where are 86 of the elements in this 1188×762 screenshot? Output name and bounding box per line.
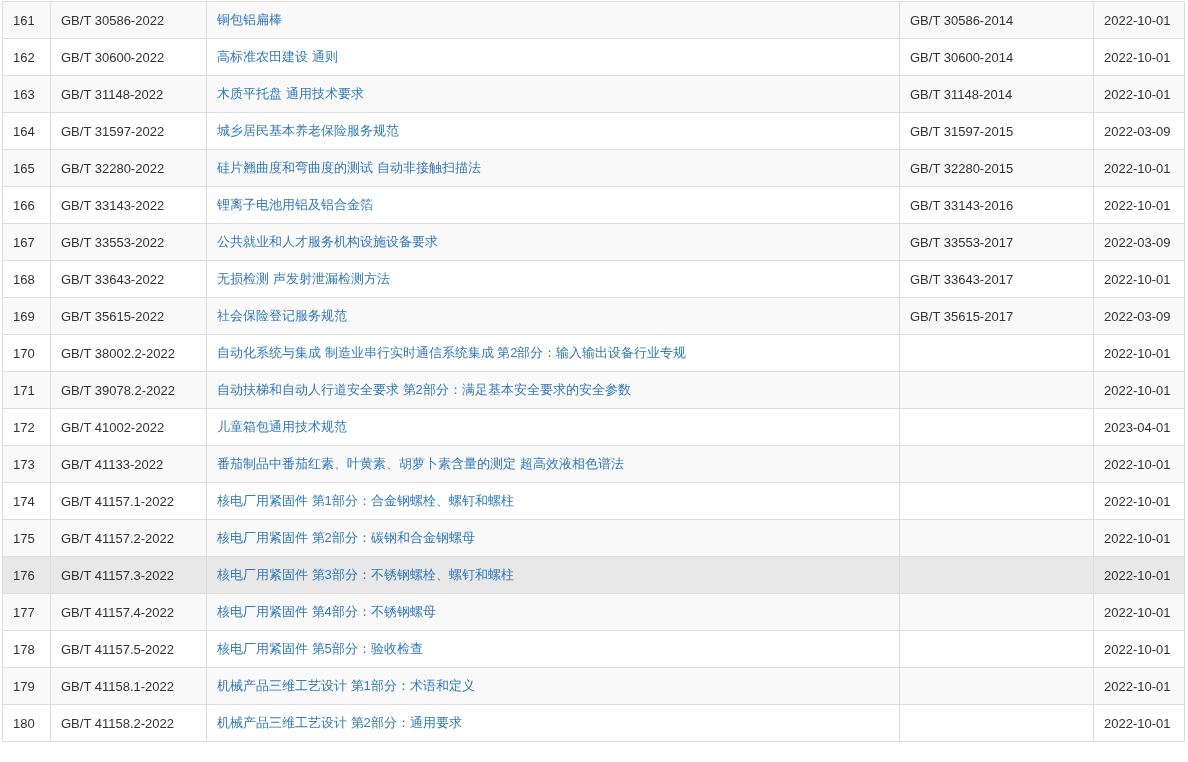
effective-date-cell: 2022-03-09 bbox=[1093, 112, 1185, 150]
standard-title-link[interactable]: 公共就业和人才服务机构设施设备要求 bbox=[217, 234, 438, 249]
effective-date-cell: 2023-04-01 bbox=[1093, 408, 1185, 446]
standard-code-cell: GB/T 41157.5-2022 bbox=[50, 630, 207, 668]
row-number-cell: 167 bbox=[2, 223, 51, 261]
standard-code-cell: GB/T 31148-2022 bbox=[50, 75, 207, 113]
standard-title-link[interactable]: 核电厂用紧固件 第1部分：合金钢螺栓、螺钉和螺柱 bbox=[217, 493, 514, 508]
standard-code-cell: GB/T 41002-2022 bbox=[50, 408, 207, 446]
standard-code-cell: GB/T 31597-2022 bbox=[50, 112, 207, 150]
standard-title-link[interactable]: 木质平托盘 通用技术要求 bbox=[217, 86, 364, 101]
standard-code-cell: GB/T 39078.2-2022 bbox=[50, 371, 207, 409]
standard-code-cell: GB/T 41158.1-2022 bbox=[50, 667, 207, 705]
effective-date-cell: 2022-10-01 bbox=[1093, 75, 1185, 113]
standard-code-cell: GB/T 41157.4-2022 bbox=[50, 593, 207, 631]
standard-title-link[interactable]: 锂离子电池用铝及铝合金箔 bbox=[217, 197, 373, 212]
standard-code-cell: GB/T 32280-2022 bbox=[50, 149, 207, 187]
standard-code-cell: GB/T 41157.1-2022 bbox=[50, 482, 207, 520]
effective-date-cell: 2022-10-01 bbox=[1093, 704, 1185, 742]
replaced-standard-cell: GB/T 33553-2017 bbox=[899, 223, 1094, 261]
replaced-standard-cell: GB/T 30586-2014 bbox=[899, 1, 1094, 39]
standard-title-link[interactable]: 核电厂用紧固件 第3部分：不锈钢螺栓、螺钉和螺柱 bbox=[217, 567, 514, 582]
effective-date-cell: 2022-10-01 bbox=[1093, 334, 1185, 372]
standard-code-cell: GB/T 41157.2-2022 bbox=[50, 519, 207, 557]
effective-date-cell: 2022-10-01 bbox=[1093, 667, 1185, 705]
standard-code-cell: GB/T 41158.2-2022 bbox=[50, 704, 207, 742]
effective-date-cell: 2022-10-01 bbox=[1093, 260, 1185, 298]
effective-date-cell: 2022-03-09 bbox=[1093, 223, 1185, 261]
row-number-cell: 180 bbox=[2, 704, 51, 742]
standard-code-cell: GB/T 30600-2022 bbox=[50, 38, 207, 76]
standard-code-cell: GB/T 33553-2022 bbox=[50, 223, 207, 261]
replaced-standard-cell: GB/T 32280-2015 bbox=[899, 149, 1094, 187]
row-number-cell: 170 bbox=[2, 334, 51, 372]
standard-code-cell: GB/T 35615-2022 bbox=[50, 297, 207, 335]
replaced-standard-cell: GB/T 33143-2016 bbox=[899, 186, 1094, 224]
standard-title-link[interactable]: 核电厂用紧固件 第2部分：碳钢和合金钢螺母 bbox=[217, 530, 475, 545]
standard-code-cell: GB/T 33143-2022 bbox=[50, 186, 207, 224]
row-number-cell: 174 bbox=[2, 482, 51, 520]
standard-title-link[interactable]: 儿童箱包通用技术规范 bbox=[217, 419, 347, 434]
standard-title-link[interactable]: 硅片翘曲度和弯曲度的测试 自动非接触扫描法 bbox=[217, 160, 481, 175]
standard-title-link[interactable]: 核电厂用紧固件 第4部分：不锈钢螺母 bbox=[217, 604, 436, 619]
row-number-cell: 164 bbox=[2, 112, 51, 150]
effective-date-cell: 2022-10-01 bbox=[1093, 593, 1185, 631]
row-number-cell: 176 bbox=[2, 556, 51, 594]
row-number-cell: 177 bbox=[2, 593, 51, 631]
row-number-cell: 169 bbox=[2, 297, 51, 335]
standard-title-link[interactable]: 城乡居民基本养老保险服务规范 bbox=[217, 123, 399, 138]
standard-title-link[interactable]: 高标准农田建设 通则 bbox=[217, 49, 338, 64]
replaced-standard-cell: GB/T 31597-2015 bbox=[899, 112, 1094, 150]
row-number-cell: 173 bbox=[2, 445, 51, 483]
row-number-cell: 163 bbox=[2, 75, 51, 113]
replaced-standard-cell: GB/T 31148-2014 bbox=[899, 75, 1094, 113]
standard-code-cell: GB/T 41157.3-2022 bbox=[50, 556, 207, 594]
row-number-cell: 178 bbox=[2, 630, 51, 668]
row-number-cell: 172 bbox=[2, 408, 51, 446]
effective-date-cell: 2022-10-01 bbox=[1093, 556, 1185, 594]
effective-date-cell: 2022-10-01 bbox=[1093, 445, 1185, 483]
effective-date-cell: 2022-03-09 bbox=[1093, 297, 1185, 335]
standard-title-link[interactable]: 机械产品三维工艺设计 第2部分：通用要求 bbox=[217, 715, 462, 730]
replaced-standard-cell: GB/T 30600-2014 bbox=[899, 38, 1094, 76]
row-number-cell: 166 bbox=[2, 186, 51, 224]
row-number-cell: 168 bbox=[2, 260, 51, 298]
row-number-cell: 179 bbox=[2, 667, 51, 705]
effective-date-cell: 2022-10-01 bbox=[1093, 482, 1185, 520]
standard-code-cell: GB/T 30586-2022 bbox=[50, 1, 207, 39]
standard-code-cell: GB/T 38002.2-2022 bbox=[50, 334, 207, 372]
standard-code-cell: GB/T 33643-2022 bbox=[50, 260, 207, 298]
effective-date-cell: 2022-10-01 bbox=[1093, 630, 1185, 668]
standard-title-link[interactable]: 核电厂用紧固件 第5部分：验收检查 bbox=[217, 641, 423, 656]
standard-title-link[interactable]: 无损检测 声发射泄漏检测方法 bbox=[217, 271, 390, 286]
effective-date-cell: 2022-10-01 bbox=[1093, 149, 1185, 187]
effective-date-cell: 2022-10-01 bbox=[1093, 1, 1185, 39]
effective-date-cell: 2022-10-01 bbox=[1093, 186, 1185, 224]
row-number-cell: 171 bbox=[2, 371, 51, 409]
row-number-cell: 162 bbox=[2, 38, 51, 76]
effective-date-cell: 2022-10-01 bbox=[1093, 371, 1185, 409]
effective-date-cell: 2022-10-01 bbox=[1093, 38, 1185, 76]
row-number-cell: 161 bbox=[2, 1, 51, 39]
row-number-cell: 175 bbox=[2, 519, 51, 557]
effective-date-cell: 2022-10-01 bbox=[1093, 519, 1185, 557]
row-number-cell: 165 bbox=[2, 149, 51, 187]
standard-title-link[interactable]: 机械产品三维工艺设计 第1部分：术语和定义 bbox=[217, 678, 475, 693]
replaced-standard-cell: GB/T 33643-2017 bbox=[899, 260, 1094, 298]
standard-title-link[interactable]: 社会保险登记服务规范 bbox=[217, 308, 347, 323]
standard-code-cell: GB/T 41133-2022 bbox=[50, 445, 207, 483]
standard-title-link[interactable]: 铜包铝扁棒 bbox=[217, 12, 282, 27]
replaced-standard-cell: GB/T 35615-2017 bbox=[899, 297, 1094, 335]
